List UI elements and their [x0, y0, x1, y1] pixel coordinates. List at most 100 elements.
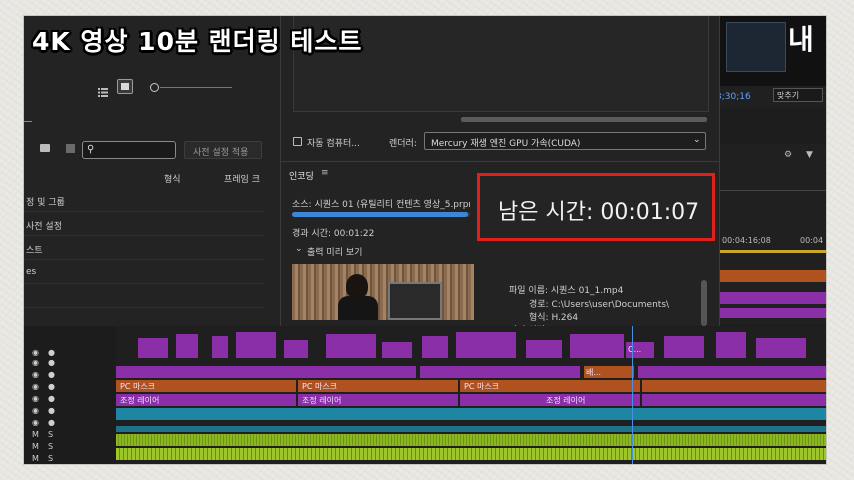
adjustment-layer-clip[interactable]: 조정 레이어: [298, 394, 458, 406]
timeline-clip[interactable]: [664, 336, 704, 358]
output-preview-label[interactable]: 출력 미리 보기: [307, 245, 362, 258]
remaining-time: 남은 시간: 00:01:07: [498, 200, 700, 225]
timeline-clip[interactable]: [116, 366, 416, 378]
audio-waveform[interactable]: [116, 448, 826, 460]
chevron-down-icon[interactable]: ⌄: [295, 244, 303, 254]
wrench-icon[interactable]: ⚙: [784, 150, 792, 160]
delete-icon[interactable]: [66, 144, 75, 153]
preset-search-input[interactable]: ⚲: [82, 141, 176, 159]
playhead[interactable]: [632, 326, 633, 464]
eye-icon[interactable]: ◉: [32, 358, 39, 367]
track-header[interactable]: ◉ ●: [24, 406, 116, 417]
eye-icon[interactable]: ◉: [32, 370, 39, 379]
eye-icon[interactable]: ◉: [32, 418, 39, 427]
visibility-icon[interactable]: ●: [48, 348, 55, 357]
timeline-clip[interactable]: [138, 338, 168, 358]
timeline-clip[interactable]: [420, 366, 580, 378]
timeline-clip[interactable]: [456, 332, 516, 358]
timeline-clip[interactable]: [326, 334, 376, 358]
monitor-video-frame: [726, 22, 786, 72]
video-track-pc-mask: PC 마스크 PC 마스크 PC 마스크: [116, 380, 826, 392]
auto-close-checkbox[interactable]: [293, 137, 302, 146]
timeline-clip[interactable]: [756, 338, 806, 358]
eye-icon[interactable]: ◉: [32, 406, 39, 415]
progress-fill: [292, 212, 469, 217]
adjustment-layer-clip[interactable]: [642, 394, 826, 406]
info-scrollbar[interactable]: [701, 280, 707, 326]
pc-mask-clip[interactable]: [642, 380, 826, 392]
timeline-clip[interactable]: [284, 340, 308, 358]
track-header[interactable]: MS: [24, 454, 116, 464]
menu-icon[interactable]: ≡: [321, 168, 329, 178]
timeline-clip[interactable]: [236, 332, 276, 358]
timeline-clip[interactable]: [720, 308, 826, 318]
timeline-clip[interactable]: [212, 336, 228, 358]
preset-list-item[interactable]: es: [24, 260, 264, 284]
solo-icon[interactable]: S: [48, 454, 53, 463]
timeline-panel: C... 배... PC 마스크 PC 마스크 PC 마스크 조정 레이어 조정…: [24, 326, 826, 464]
timeline-clip[interactable]: [720, 292, 826, 304]
timeline-clip[interactable]: [176, 334, 198, 358]
solo-icon[interactable]: S: [48, 430, 53, 439]
visibility-icon[interactable]: ●: [48, 370, 55, 379]
visibility-icon[interactable]: ●: [48, 394, 55, 403]
preview-monitor-shape: [388, 282, 442, 320]
mute-icon[interactable]: M: [32, 430, 39, 439]
remaining-time-highlight: 남은 시간: 00:01:07: [477, 173, 715, 241]
preset-list-item[interactable]: 스트: [24, 236, 264, 260]
timeline-clip[interactable]: [638, 366, 826, 378]
tab-encoding[interactable]: 인코딩: [289, 169, 314, 182]
track-header[interactable]: ◉ ●: [24, 370, 116, 381]
pc-mask-clip[interactable]: PC 마스크: [460, 380, 640, 392]
eye-icon[interactable]: ◉: [32, 394, 39, 403]
adjustment-layer-clip[interactable]: 조정 레이어: [116, 394, 296, 406]
preset-list-item[interactable]: 정 및 그룹: [24, 188, 264, 212]
timeline-clip[interactable]: C...: [626, 342, 654, 358]
timeline-clip[interactable]: [116, 408, 826, 420]
monitor-timecode[interactable]: 3;30;16: [716, 92, 751, 102]
list-view-icon[interactable]: [98, 82, 108, 97]
solo-icon[interactable]: S: [48, 442, 53, 451]
eye-icon[interactable]: ◉: [32, 382, 39, 391]
track-header[interactable]: MS: [24, 430, 116, 441]
audio-waveform[interactable]: [116, 434, 826, 446]
marker-icon[interactable]: ▼: [806, 150, 813, 160]
track-header[interactable]: ◉ ●: [24, 382, 116, 393]
premiere-screen: ⚲ 사전 설정 적용 형식 프레임 크 정 및 그룹 사전 설정 스트 es 3…: [24, 16, 826, 464]
track-header[interactable]: ◉ ●: [24, 394, 116, 405]
preset-list-item[interactable]: [24, 284, 264, 308]
visibility-icon[interactable]: ●: [48, 358, 55, 367]
eye-icon[interactable]: ◉: [32, 348, 39, 357]
track-header[interactable]: MS: [24, 442, 116, 453]
timeline-clip[interactable]: [382, 342, 412, 358]
timeline-clip[interactable]: 배...: [584, 366, 634, 378]
timeline-clip[interactable]: [570, 334, 624, 358]
zoom-slider[interactable]: [150, 83, 232, 92]
timeline-clip[interactable]: [422, 336, 448, 358]
audio-clip[interactable]: [116, 426, 826, 432]
fit-select[interactable]: 맞추기: [773, 88, 823, 102]
pc-mask-clip[interactable]: PC 마스크: [116, 380, 296, 392]
adjustment-layer-clip[interactable]: 조정 레이어: [460, 394, 640, 406]
timeline-clip[interactable]: [526, 340, 562, 358]
pc-mask-clip[interactable]: PC 마스크: [298, 380, 458, 392]
menu-line: [24, 121, 32, 122]
renderer-select[interactable]: Mercury 재생 엔진 GPU 가속(CUDA) ⌄: [424, 132, 706, 150]
mute-icon[interactable]: M: [32, 454, 39, 463]
folder-icon[interactable]: [40, 144, 50, 152]
dialog-scrollbar[interactable]: [461, 117, 707, 122]
icon-view-icon[interactable]: [117, 79, 133, 94]
visibility-icon[interactable]: ●: [48, 406, 55, 415]
visibility-icon[interactable]: ●: [48, 382, 55, 391]
output-preview-thumbnail: [292, 264, 474, 320]
visibility-icon[interactable]: ●: [48, 418, 55, 427]
track-header[interactable]: ◉ ●: [24, 418, 116, 429]
ruler-timecode: 00:04: [800, 236, 824, 245]
work-area-bar: [720, 250, 826, 253]
track-header[interactable]: ◉ ●: [24, 358, 116, 369]
mute-icon[interactable]: M: [32, 442, 39, 451]
timeline-clip[interactable]: [720, 270, 826, 282]
timeline-clip[interactable]: [716, 332, 746, 358]
apply-preset-button[interactable]: 사전 설정 적용: [184, 141, 262, 159]
preset-list-item[interactable]: 사전 설정: [24, 212, 264, 236]
